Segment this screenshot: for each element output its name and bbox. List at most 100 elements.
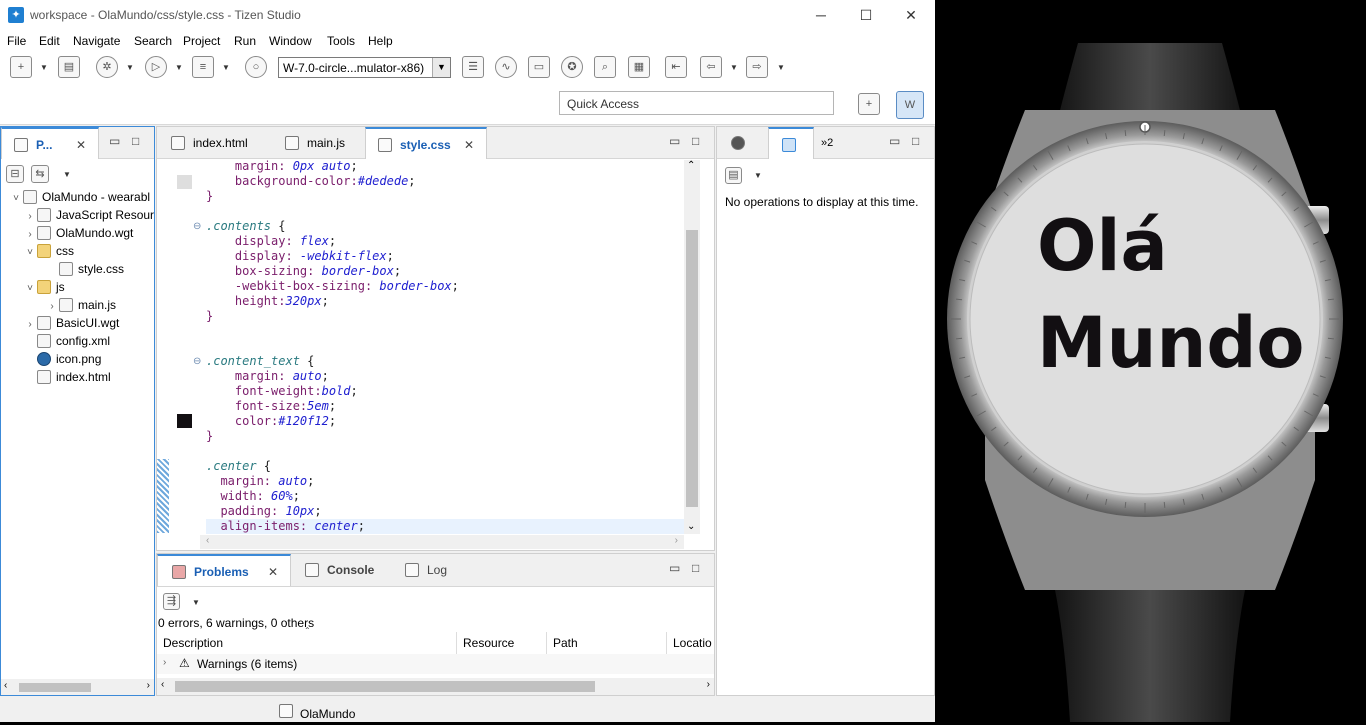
stop-icon[interactable]: ○ <box>245 56 267 78</box>
tree-item[interactable]: config.xml <box>23 332 110 350</box>
tree-item[interactable]: › JavaScript Resour <box>23 206 154 224</box>
menu-project[interactable]: Project <box>183 34 220 48</box>
package-manager-icon[interactable]: ▭ <box>528 56 550 78</box>
column-location[interactable]: Locatio <box>667 632 714 654</box>
maximize-view-icon[interactable]: □ <box>132 134 139 148</box>
column-description[interactable]: Description <box>157 632 457 654</box>
scroll-left-icon[interactable]: ‹ <box>161 679 164 690</box>
tree-item[interactable]: › OlaMundo.wgt <box>23 224 133 242</box>
close-button[interactable]: ✕ <box>888 4 934 26</box>
maximize-view-icon[interactable]: □ <box>692 561 699 575</box>
scroll-right-icon[interactable]: › <box>675 535 678 546</box>
minimize-view-icon[interactable]: ▭ <box>669 561 680 575</box>
dropdown-arrow-icon[interactable]: ▼ <box>175 63 185 73</box>
tab-browser[interactable] <box>731 127 755 159</box>
menu-tools[interactable]: Tools <box>327 34 355 48</box>
forward-arrow-icon[interactable]: ⇨ <box>746 56 768 78</box>
tab-style-css[interactable]: style.css ✕ <box>365 127 487 159</box>
filter-icon[interactable]: ⇶ <box>163 593 180 610</box>
minimize-view-icon[interactable]: ▭ <box>669 134 680 148</box>
tree-item[interactable]: icon.png <box>23 350 101 368</box>
search-icon[interactable]: ⌕ <box>594 56 616 78</box>
fold-icon[interactable]: ⊖ <box>193 357 203 367</box>
minimize-view-icon[interactable]: ▭ <box>889 134 900 148</box>
problems-horizontal-scrollbar[interactable]: ‹ › <box>157 678 714 695</box>
maximize-button[interactable]: ☐ <box>843 4 889 26</box>
monitor-icon[interactable]: ∿ <box>495 56 517 78</box>
build-gear-icon[interactable]: ✲ <box>96 56 118 78</box>
link-editor-icon[interactable]: ⇆ <box>31 165 49 183</box>
column-resource[interactable]: Resource <box>457 632 547 654</box>
expand-icon[interactable]: › <box>163 657 166 668</box>
menu-search[interactable]: Search <box>134 34 172 48</box>
tab-project-explorer[interactable]: P... ✕ <box>1 127 99 159</box>
tree-item[interactable]: › BasicUI.wgt <box>23 314 119 332</box>
tab-log[interactable]: Log <box>405 554 465 586</box>
horizontal-scrollbar[interactable]: ‹ › <box>1 679 154 695</box>
menu-help[interactable]: Help <box>368 34 393 48</box>
certificate-icon[interactable]: ✪ <box>561 56 583 78</box>
chevron-down-icon[interactable]: ▼ <box>432 58 450 77</box>
tree-item[interactable]: index.html <box>23 368 111 386</box>
tab-operations[interactable] <box>768 127 814 159</box>
last-edit-icon[interactable]: ⇤ <box>665 56 687 78</box>
target-device-select[interactable]: W-7.0-circle...mulator-x86) ▼ <box>278 57 451 78</box>
minimize-view-icon[interactable]: ▭ <box>109 134 120 148</box>
save-all-icon[interactable]: ▤ <box>58 56 80 78</box>
expand-toggle-icon[interactable]: ˅ <box>23 280 37 298</box>
expand-toggle-icon[interactable]: ˅ <box>9 190 23 208</box>
view-menu-icon[interactable]: ▼ <box>754 171 764 181</box>
view-menu-icon[interactable]: ▼ <box>63 170 73 180</box>
collapse-all-icon[interactable]: ⊟ <box>6 165 24 183</box>
expand-toggle-icon[interactable]: ˅ <box>23 244 37 262</box>
scroll-right-icon[interactable]: › <box>707 679 710 690</box>
tree-item[interactable]: ˅ css <box>23 242 74 260</box>
close-icon[interactable]: ✕ <box>76 129 86 161</box>
dropdown-arrow-icon[interactable]: ▼ <box>222 63 232 73</box>
close-icon[interactable]: ✕ <box>464 129 474 161</box>
tab-problems[interactable]: Problems ✕ <box>157 554 291 586</box>
dropdown-arrow-icon[interactable]: ▼ <box>777 63 787 73</box>
view-menu-icon[interactable]: ▼ <box>192 598 202 608</box>
scrollbar-thumb[interactable] <box>175 681 595 692</box>
maximize-view-icon[interactable]: □ <box>912 134 919 148</box>
tree-item[interactable]: style.css <box>45 260 124 278</box>
debug-icon[interactable]: ≡ <box>192 56 214 78</box>
scrollbar-thumb[interactable] <box>686 230 698 507</box>
menu-edit[interactable]: Edit <box>39 34 60 48</box>
menu-file[interactable]: File <box>7 34 26 48</box>
back-arrow-icon[interactable]: ⇦ <box>700 56 722 78</box>
fold-icon[interactable]: ⊖ <box>193 222 203 232</box>
close-icon[interactable]: ✕ <box>268 556 278 588</box>
dropdown-arrow-icon[interactable]: ▼ <box>126 63 136 73</box>
open-perspective-icon[interactable]: + <box>858 93 880 115</box>
scroll-right-icon[interactable]: › <box>147 680 150 691</box>
scroll-down-icon[interactable]: ⌄ <box>687 521 695 532</box>
menu-window[interactable]: Window <box>269 34 312 48</box>
dropdown-arrow-icon[interactable]: ▼ <box>730 63 740 73</box>
dropdown-arrow-icon[interactable]: ▼ <box>40 63 50 73</box>
tab-index-html[interactable]: index.html <box>169 127 269 159</box>
menu-run[interactable]: Run <box>234 34 256 48</box>
column-path[interactable]: Path <box>547 632 667 654</box>
new-project-icon[interactable]: + <box>10 56 32 78</box>
tab-console[interactable]: Console <box>305 554 385 586</box>
device-manager-icon[interactable]: ☰ <box>462 56 484 78</box>
scroll-up-icon[interactable]: ⌃ <box>687 160 695 171</box>
scrollbar-thumb[interactable] <box>19 683 91 692</box>
run-icon[interactable]: ▷ <box>145 56 167 78</box>
more-views-indicator[interactable]: »2 <box>821 127 833 159</box>
tree-item[interactable]: ˅ OlaMundo - wearabl <box>9 188 150 206</box>
tree-item[interactable]: › main.js <box>45 296 116 314</box>
editor-vertical-scrollbar[interactable]: ⌃ ⌄ <box>684 160 700 534</box>
minimize-button[interactable]: ─ <box>798 4 844 26</box>
code-editor[interactable]: margin: 0px auto; background-color:#dede… <box>206 159 684 534</box>
maximize-view-icon[interactable]: □ <box>692 134 699 148</box>
table-row[interactable]: › ⚠ Warnings (6 items) <box>157 654 714 674</box>
clipboard-icon[interactable]: ▦ <box>628 56 650 78</box>
tree-item[interactable]: ˅ js <box>23 278 65 296</box>
web-perspective-icon[interactable]: W <box>896 91 924 119</box>
editor-horizontal-scrollbar[interactable]: ‹ › <box>200 535 684 549</box>
tab-main-js[interactable]: main.js <box>285 127 365 159</box>
clear-icon[interactable]: ▤ <box>725 167 742 184</box>
